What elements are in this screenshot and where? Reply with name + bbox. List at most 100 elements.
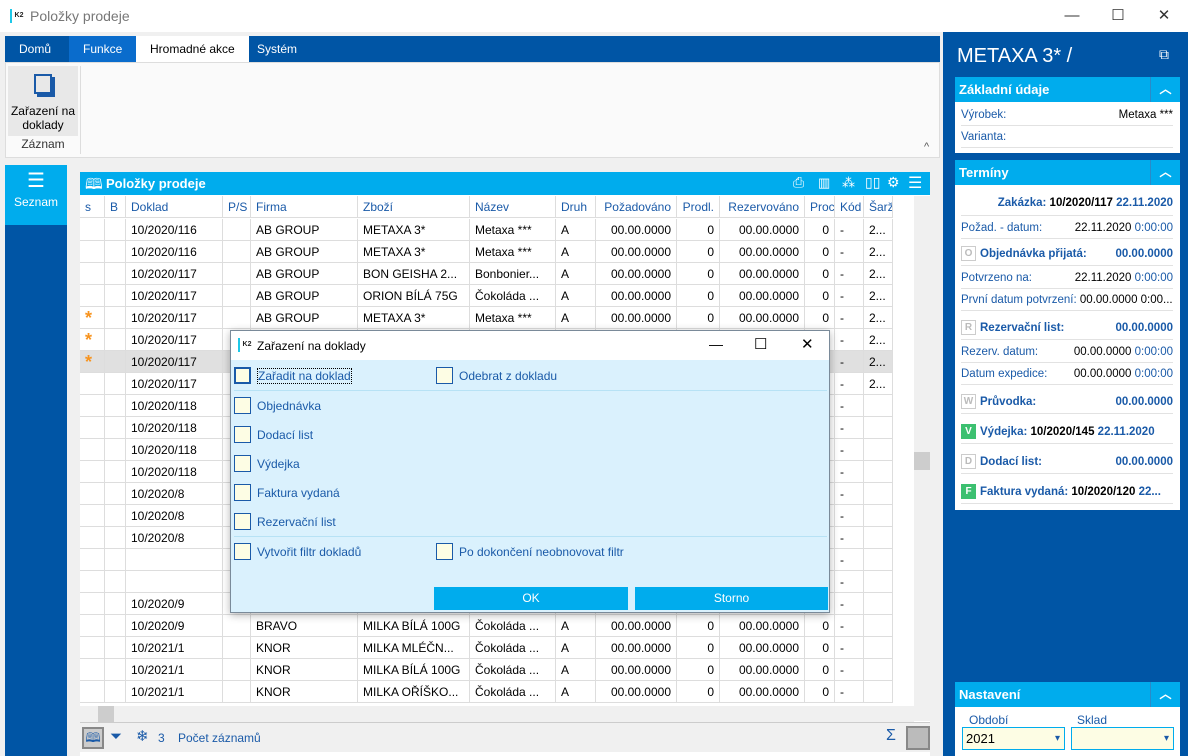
column-header[interactable]: P/S [223,196,251,218]
print-icon[interactable]: ⎙ [793,174,804,191]
table-cell [105,571,126,593]
table-cell [126,571,223,593]
table-cell: - [835,549,864,571]
vertical-scrollbar[interactable] [914,196,930,721]
book-icon[interactable]: 🕮 [82,727,104,749]
column-header[interactable]: Druh [556,196,596,218]
assign-checkbox[interactable] [234,367,251,384]
maximize-button[interactable]: ☐ [1095,0,1141,32]
nav-item-seznam[interactable]: ☰ Seznam [5,165,67,225]
terms-header[interactable]: Termíny ︿ [955,160,1180,185]
title-bar: K2 Položky prodeje — ☐ ✕ [0,0,1188,32]
collapse-icon[interactable]: ︿ [1150,682,1180,707]
remove-checkbox[interactable] [436,367,453,384]
dialog-minimize-button[interactable]: — [709,336,723,352]
no-refresh-checkbox[interactable] [436,543,453,560]
period-select[interactable]: 2021 ▾ [962,727,1065,750]
table-cell: 0 [677,637,720,659]
objednavka-checkbox[interactable] [234,397,251,414]
menu-icon[interactable]: ☰ [908,173,922,193]
table-cell: 0 [677,263,720,285]
v-label: Výdejka: [980,426,1028,438]
h-scrollbar-thumb[interactable] [98,706,114,722]
order-row[interactable]: Zakázka: 10/2020/117 22.11.2020 [961,190,1173,216]
f-row[interactable]: F Faktura vydaná: 10/2020/120 22... [961,480,1173,504]
cubes-icon[interactable]: ⁂ [842,175,855,191]
create-filter-checkbox[interactable] [234,543,251,560]
column-header[interactable]: B [105,196,126,218]
table-cell: - [835,593,864,615]
dialog-close-button[interactable]: ✕ [801,335,814,353]
column-header[interactable]: Kód [835,196,864,218]
column-header[interactable]: Šarže [864,196,893,218]
table-cell: MILKA BÍLÁ 100G [358,659,470,681]
table-cell: 2... [864,373,893,395]
table-cell: Čokoláda ... [470,659,556,681]
gear-icon[interactable]: ⚙ [887,174,900,191]
table-cell: 0 [677,659,720,681]
table-cell: 0 [805,219,835,241]
open-external-icon[interactable]: ⧉ [1159,46,1169,63]
w-row[interactable]: W Průvodka: 00.00.0000 [961,390,1173,414]
scrollbar-thumb[interactable] [914,452,930,470]
basic-header[interactable]: Základní údaje ︿ [955,77,1180,102]
table-cell: - [835,571,864,593]
column-header[interactable]: Název [470,196,556,218]
v-row[interactable]: V Výdejka: 10/2020/145 22.11.2020 [961,420,1173,444]
sum-icon[interactable]: Σ [886,727,896,745]
cancel-button[interactable]: Storno [635,587,828,610]
chart-icon[interactable]: ▥ [818,175,830,191]
table-cell: Čokoláda ... [470,285,556,307]
vydejka-checkbox[interactable] [234,455,251,472]
po-value: 00.00.0000 [1115,248,1173,260]
column-header[interactable]: Firma [251,196,358,218]
close-button[interactable]: ✕ [1141,0,1187,32]
column-header[interactable]: Požadováno [596,196,677,218]
table-cell: - [835,637,864,659]
period-value: 2021 [966,731,995,746]
tab-funkce[interactable]: Funkce [69,36,137,62]
column-header[interactable]: Proc [805,196,835,218]
po-row[interactable]: O Objednávka přijatá: 00.00.0000 [961,242,1173,266]
horizontal-scrollbar[interactable] [80,706,914,722]
tab-system[interactable]: Systém [243,36,311,62]
conf-date: 22.11.2020 [1074,272,1132,284]
table-cell [864,637,893,659]
faktura-checkbox[interactable] [234,484,251,501]
collapse-icon[interactable]: ︿ [1150,160,1180,185]
store-select[interactable]: ▾ [1071,727,1174,750]
settings-header[interactable]: Nastavení ︿ [955,682,1180,707]
rezervacni-list-checkbox[interactable] [234,513,251,530]
column-header[interactable]: Prodl. [677,196,720,218]
collapse-icon[interactable]: ︿ [1150,77,1180,102]
snowflake-icon[interactable]: ❄ [136,727,149,745]
table-cell: A [556,659,596,681]
table-cell [80,549,105,571]
collapse-ribbon-icon[interactable]: ^ [924,141,929,153]
table-cell [105,549,126,571]
filter-icon[interactable]: ⏷ [110,728,122,745]
ok-button[interactable]: OK [434,587,628,610]
table-cell: 00.00.0000 [596,263,677,285]
assign-documents-button[interactable]: Zařazení na doklady [8,66,78,136]
res-row[interactable]: R Rezervační list: 00.00.0000 [961,316,1173,340]
column-header[interactable]: s [80,196,105,218]
table-cell: KNOR [251,659,358,681]
d-row[interactable]: D Dodací list: 00.00.0000 [961,450,1173,474]
table-cell [80,219,105,241]
columns-icon[interactable]: ▯▯ [865,174,880,191]
minimize-button[interactable]: — [1049,0,1095,32]
f-no: 10/2020/120 [1071,486,1136,498]
tab-hromadne-akce[interactable]: Hromadné akce [136,36,249,62]
column-header[interactable]: Zboží [358,196,470,218]
tab-domu[interactable]: Domů [5,36,65,62]
table-cell [80,483,105,505]
dodaci-list-checkbox[interactable] [234,426,251,443]
column-header[interactable]: Doklad [126,196,223,218]
table-cell [864,527,893,549]
edit-icon[interactable] [906,726,930,750]
product-label: Výrobek: [961,109,1007,121]
dialog-maximize-button[interactable]: ☐ [754,335,767,353]
column-header[interactable]: Rezervováno [720,196,805,218]
table-cell: 10/2021/1 [126,659,223,681]
